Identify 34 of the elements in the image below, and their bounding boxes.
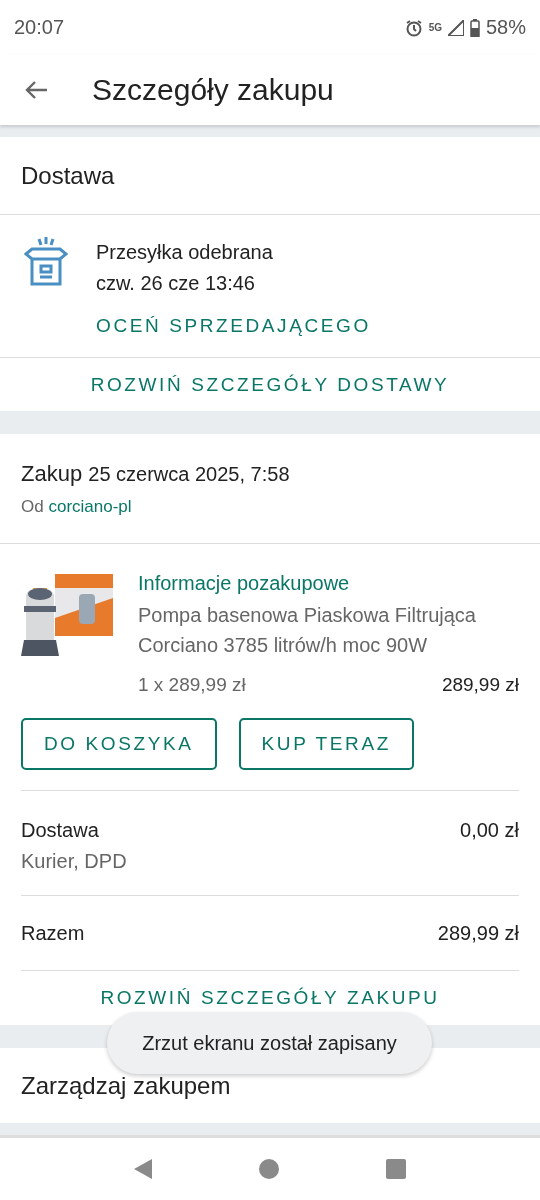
alarm-icon (404, 18, 423, 37)
home-nav-icon[interactable] (259, 1159, 279, 1179)
purchase-date: Zakup 25 czerwca 2025, 7:58 (21, 460, 291, 487)
seller-link[interactable]: corciano-pl (48, 496, 132, 516)
back-icon[interactable] (24, 80, 48, 100)
sum-price: 289,99 zł (437, 920, 519, 946)
delivery-status: Przesyłka odebrana (96, 240, 274, 265)
seller-line: Od corciano-pl (21, 496, 133, 517)
section-heading: Zarządzaj zakupem (21, 1071, 231, 1100)
page-title: Szczegóły zakupu (92, 73, 334, 107)
product-title: Pompa basenowa Piaskowa Filtrująca Corciano 3785 litrów/h moc 90W (138, 603, 477, 658)
shipping-price: 0,00 zł (460, 818, 519, 843)
signal-icon (447, 19, 464, 36)
toast: Zrzut ekranu został zapisany (107, 1012, 432, 1074)
buy-now-button[interactable]: KUP TERAZ (238, 718, 414, 770)
network-label: 5G (428, 22, 442, 33)
expand-delivery-link[interactable]: ROZWIŃ SZCZEGÓŁY DOSTAWY (90, 373, 450, 396)
item-total: 289,99 zł (441, 674, 519, 696)
quantity-price: 1 x 289,99 zł (138, 674, 246, 696)
recents-nav-icon[interactable] (386, 1159, 407, 1179)
delivery-date: czw. 26 cze 13:46 (96, 271, 256, 296)
expand-purchase-link[interactable]: ROZWIŃ SZCZEGÓŁY ZAKUPU (100, 987, 440, 1009)
battery-percent: 58% (485, 16, 526, 39)
shipping-label: Dostawa (21, 818, 100, 843)
package-icon (24, 237, 68, 287)
add-to-cart-button[interactable]: DO KOSZYKA (21, 718, 217, 770)
sum-label: Razem (21, 920, 85, 946)
shipping-method: Kurier, DPD (21, 849, 127, 874)
status-time: 20:07 (14, 16, 65, 39)
battery-icon (469, 18, 480, 37)
post-purchase-info-link[interactable]: Informacje pozakupowe (138, 568, 519, 598)
back-nav-icon[interactable] (133, 1159, 152, 1179)
section-heading: Dostawa (21, 161, 115, 190)
rate-seller-link[interactable]: OCEŃ SPRZEDAJĄCEGO (96, 315, 371, 337)
